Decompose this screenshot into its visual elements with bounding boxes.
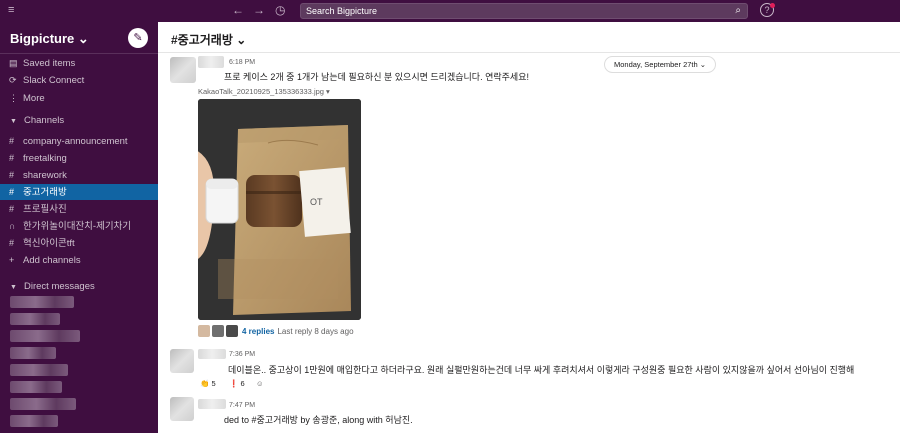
message-text: 프로 케이스 2개 중 1개가 남는데 필요하신 분 있으시면 드리겠습니다. … [224,72,529,82]
sidebar-channel-sharework[interactable]: # sharework [0,167,158,183]
sidebar-item-label: Saved items [23,58,76,69]
sidebar-channel-chuseok-event[interactable]: ∩ 한가위놀이대잔치-제기차기 [0,218,158,234]
shared-channel-icon: ∩ [9,221,16,231]
attached-photo[interactable]: OT [198,99,361,320]
dm-item[interactable] [10,296,74,308]
sidebar-channel-freetalking[interactable]: # freetalking [0,150,158,166]
sidebar-item-saved-items[interactable]: ▤ Saved items [0,55,158,71]
sidebar-item-label: More [23,93,45,104]
dm-item[interactable] [10,381,62,393]
connect-icon: ⟳ [9,75,17,85]
avatar[interactable] [170,57,196,83]
channels-header-label: Channels [24,115,65,126]
reply-avatar [212,325,224,337]
channel-label: company-announcement [23,136,128,147]
bookmark-icon: ▤ [9,58,18,68]
search-placeholder: Search Bigpicture [306,6,378,16]
message-time[interactable]: 7:36 PM [229,351,255,358]
replies-meta: Last reply 8 days ago [277,326,354,336]
add-channels-button[interactable]: + Add channels [0,252,158,268]
channel-label: 중고거래방 [23,187,67,198]
dm-item[interactable] [10,415,58,427]
sidebar-channel-innovation-tft[interactable]: # 혁신아이콘tft [0,235,158,251]
message-list: Monday, September 27th ⌄ 6:18 PM 프로 케이스 … [158,53,900,433]
add-reaction-icon: ☺ [256,379,264,388]
reply-avatar [226,325,238,337]
sidebar-item-more[interactable]: ⋮ More [0,90,158,106]
dm-item[interactable] [10,364,68,376]
message-text: 데이블온.. 중고상이 1만원에 매입한다고 하더라구요. 원래 실펄만원하는건… [228,365,855,375]
search-input[interactable]: Search Bigpicture ⌕ [300,3,748,19]
sender-name[interactable] [198,349,226,359]
hash-icon: # [9,238,15,248]
sidebar-channel-active[interactable]: # 중고거래방 [0,184,158,200]
sender-name[interactable] [198,399,226,409]
workspace-name[interactable]: Bigpicture ⌄ [10,31,89,47]
date-divider[interactable]: Monday, September 27th ⌄ [604,56,717,73]
channel-label: 한가위놀이대잔치-제기차기 [23,221,132,232]
airpods-case-photo: OT [198,99,361,320]
sidebar-item-slack-connect[interactable]: ⟳ Slack Connect [0,72,158,88]
sidebar-channel-profile-photo[interactable]: # 프로필사진 [0,201,158,217]
dm-item[interactable] [10,347,56,359]
channels-section-header[interactable]: ▼ Channels [10,115,64,126]
clap-emoji-icon: 👏 [200,379,210,388]
history-icon[interactable]: ◷ [275,3,285,17]
notification-dot [770,3,775,8]
sidebar-item-label: Slack Connect [23,75,85,86]
dm-item[interactable] [10,330,80,342]
dm-header-label: Direct messages [24,281,95,292]
back-arrow-icon[interactable]: ← [232,3,244,17]
exclamation-emoji-icon: ❗ [229,379,239,388]
system-message-text: ded to #중고거래방 by 송광준, along with 허남진. [224,415,413,425]
add-reaction-button[interactable]: ☺ [256,377,264,390]
dm-item[interactable] [10,398,76,410]
sidebar-divider [0,53,158,54]
forward-arrow-icon[interactable]: → [253,3,265,17]
caret-down-icon: ▼ [10,284,17,291]
more-icon: ⋮ [9,93,18,103]
sidebar-channel-company-announcement[interactable]: # company-announcement [0,133,158,149]
reaction-count: 6 [240,379,245,388]
sidebar: Bigpicture ⌄ ✎ ▤ Saved items ⟳ Slack Conne… [0,22,158,433]
channel-label: 혁신아이콘tft [23,238,75,249]
channel-label: 프로필사진 [23,204,67,215]
svg-text:OT: OT [310,197,323,207]
channel-title[interactable]: #중고거래방 ⌄ [171,31,246,48]
dm-item[interactable] [10,313,60,325]
file-name-link[interactable]: KakaoTalk_20210925_135336333.jpg ▾ [198,87,330,96]
plus-icon: + [9,255,15,265]
caret-down-icon: ▼ [10,118,17,125]
message-time[interactable]: 6:18 PM [229,59,255,66]
message-time[interactable]: 7:47 PM [229,402,255,409]
hash-icon: # [9,170,15,180]
channel-label: freetalking [23,153,67,164]
hash-icon: # [9,204,15,214]
hash-icon: # [9,136,15,146]
compose-icon[interactable]: ✎ [128,28,148,48]
avatar[interactable] [170,397,194,421]
hash-icon: # [9,153,15,163]
add-channels-label: Add channels [23,255,81,266]
channel-label: sharework [23,170,67,181]
dm-section-header[interactable]: ▼ Direct messages [10,281,95,292]
replies-link[interactable]: 4 replies [242,327,274,336]
channel-header: #중고거래방 ⌄ [158,22,900,53]
reply-avatar [198,325,210,337]
thread-replies[interactable]: 4 replies Last reply 8 days ago [198,325,354,337]
reaction-exclamation[interactable]: ❗ 6 [229,377,245,390]
avatar[interactable] [170,349,194,373]
top-bar: ≡ ← → ◷ Search Bigpicture ⌕ ? [0,0,900,22]
menu-icon[interactable]: ≡ [8,4,14,16]
search-icon[interactable]: ⌕ [735,5,741,16]
reaction-clap[interactable]: 👏 5 [200,377,216,390]
sender-name[interactable] [198,56,224,68]
reaction-count: 5 [211,379,216,388]
hash-icon: # [9,187,15,197]
